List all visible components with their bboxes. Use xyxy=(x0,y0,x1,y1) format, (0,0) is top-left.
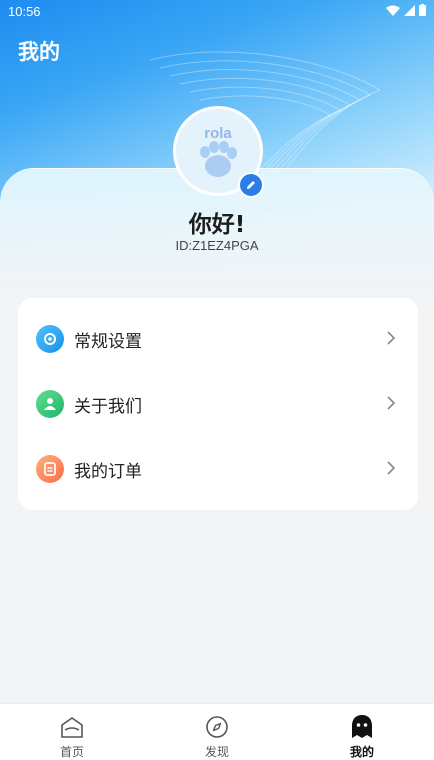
chevron-right-icon xyxy=(387,396,396,410)
page-title: 我的 xyxy=(18,40,60,64)
status-time: 10:56 xyxy=(8,4,41,19)
avatar-text: rola xyxy=(204,125,232,142)
compass-icon xyxy=(205,714,229,740)
menu-card: 常规设置 关于我们 我的订单 xyxy=(18,298,418,510)
order-icon xyxy=(36,455,64,483)
menu-item-label: 常规设置 xyxy=(74,331,142,352)
people-icon xyxy=(36,390,64,418)
tab-profile[interactable]: 我的 xyxy=(290,704,434,760)
chevron-right-icon xyxy=(387,461,396,475)
tab-home[interactable]: 首页 xyxy=(0,704,144,760)
tab-label: 我的 xyxy=(349,745,374,759)
tab-label: 首页 xyxy=(59,745,84,759)
pencil-icon xyxy=(247,181,255,189)
settings-icon xyxy=(36,325,64,353)
status-icons xyxy=(386,4,426,16)
tab-bar: 首页 发现 我的 xyxy=(0,703,434,760)
home-icon xyxy=(59,714,85,740)
profile-icon xyxy=(350,714,374,740)
menu-item-settings[interactable]: 常规设置 xyxy=(18,306,418,372)
greeting-text: 你好! xyxy=(188,212,246,238)
menu-item-about[interactable]: 关于我们 xyxy=(18,371,418,437)
menu-item-orders[interactable]: 我的订单 xyxy=(18,436,418,502)
tab-label: 发现 xyxy=(204,745,229,759)
battery-icon xyxy=(419,4,426,16)
wifi-icon xyxy=(386,5,400,16)
menu-item-label: 关于我们 xyxy=(74,396,142,417)
status-bar: 10:56 xyxy=(0,0,434,24)
user-id: ID:Z1EZ4PGA xyxy=(175,238,259,253)
signal-icon xyxy=(404,4,415,16)
tab-discover[interactable]: 发现 xyxy=(145,704,289,760)
edit-avatar-button[interactable] xyxy=(238,172,264,198)
chevron-right-icon xyxy=(387,331,396,345)
menu-item-label: 我的订单 xyxy=(74,461,142,482)
